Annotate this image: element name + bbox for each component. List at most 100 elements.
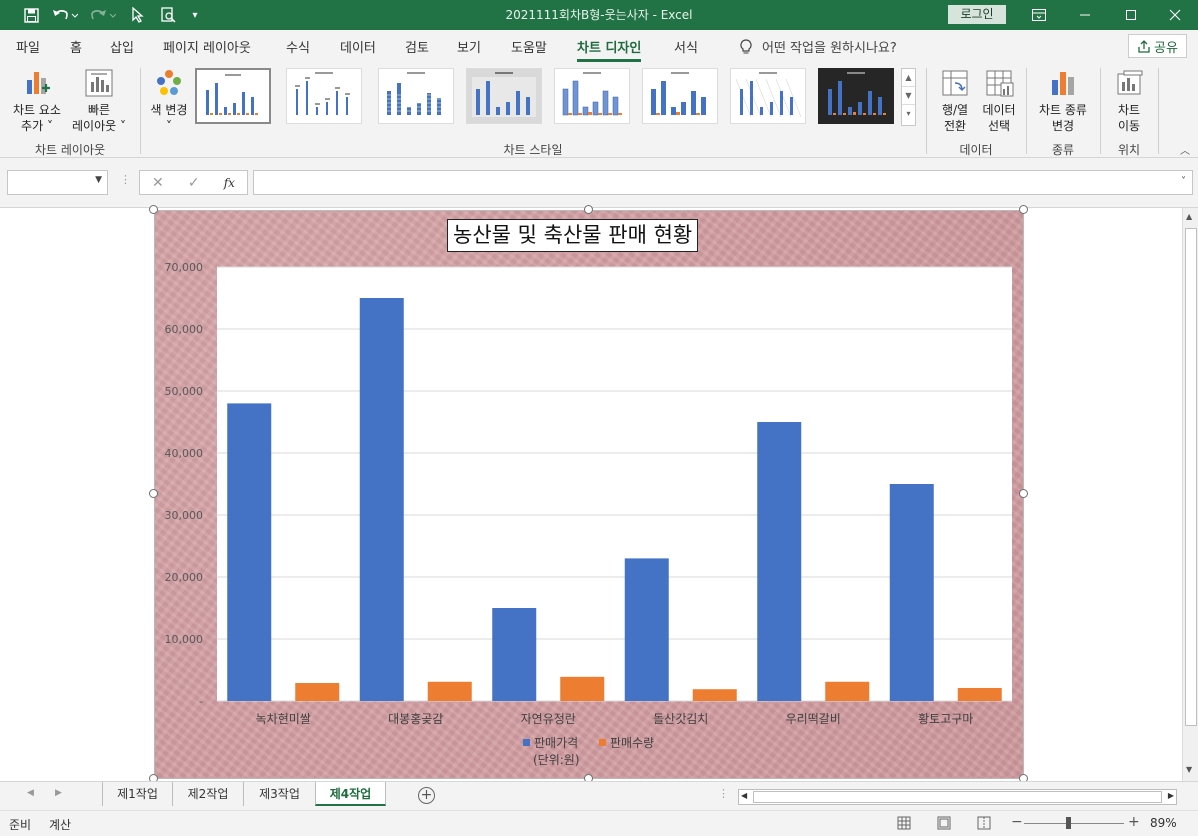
switch-row-column-button[interactable]: 행/열 전환 [934,68,976,134]
gallery-more-icon[interactable]: ▾ [902,105,915,123]
select-data-button[interactable]: 데이터 선택 [978,68,1020,134]
sheet-tab-1[interactable]: 제1작업 [102,782,172,806]
redo-icon[interactable] [88,0,118,30]
print-preview-icon[interactable] [156,0,180,30]
tab-data[interactable]: 데이터 [340,37,376,56]
chart-style-4[interactable] [466,68,542,124]
zoom-level[interactable]: 89% [1150,816,1177,830]
scroll-up-icon[interactable]: ▲ [1186,212,1192,221]
gallery-down-icon[interactable]: ▼ [902,87,915,105]
sheet-tab-3[interactable]: 제3작업 [243,782,315,806]
minimize-icon[interactable] [1062,0,1108,30]
tab-page-layout[interactable]: 페이지 레이아웃 [163,37,251,56]
maximize-icon[interactable] [1108,0,1154,30]
customize-qat-icon[interactable]: ▾ [188,0,202,30]
chart-style-7[interactable] [730,68,806,124]
save-icon[interactable] [20,0,42,30]
bar-quantity [560,676,605,701]
status-bar: 준비 계산 − + 89% [0,810,1198,836]
vertical-scroll-thumb[interactable] [1185,228,1197,726]
chart-area[interactable]: 농산물 및 축산물 판매 현황 -10,000 20,000 30,000 40,00… [154,210,1024,779]
chart-styles-gallery [195,68,901,128]
expand-formula-icon[interactable]: ˅ [1181,176,1186,187]
insert-function-icon[interactable]: fx [224,176,235,190]
tab-split-grip-icon[interactable]: ⋮ [718,787,729,800]
scroll-right-icon[interactable]: ▶ [1168,791,1174,800]
ribbon-display-icon[interactable] [1016,0,1062,30]
legend-label: (단위:원) [533,753,580,767]
tell-me-search[interactable]: 어떤 작업을 원하시나요? [740,37,897,56]
tab-formulas[interactable]: 수식 [286,37,310,56]
zoom-in-icon[interactable]: + [1128,814,1140,830]
resize-handle-l[interactable] [149,489,158,498]
zoom-out-icon[interactable]: − [1011,814,1023,830]
new-sheet-icon[interactable]: + [418,787,435,804]
tab-review[interactable]: 검토 [405,37,429,56]
y-tick-label: 60,000 [165,323,204,336]
next-sheet-icon[interactable]: ▶ [55,788,62,798]
tab-format[interactable]: 서식 [674,37,698,56]
enter-icon[interactable]: ✓ [188,175,200,191]
normal-view-icon[interactable] [897,816,911,830]
legend-label: 판매가격 [534,736,578,750]
tab-chart-design[interactable]: 차트 디자인 [577,37,642,62]
gallery-up-icon[interactable]: ▲ [902,69,915,87]
page-break-view-icon[interactable] [977,816,991,830]
x-tick-label: 황토고구마 [918,712,973,726]
quick-layout-button[interactable]: 빠른 레이아웃 ˅ [68,68,130,134]
switch-line2: 전환 [943,119,967,133]
share-label: 공유 [1154,40,1178,56]
scroll-down-icon[interactable]: ▼ [1186,765,1192,774]
share-button[interactable]: 공유 [1128,34,1187,58]
add-element-line1: 차트 요소 [13,103,61,117]
tab-file[interactable]: 파일 [16,37,40,56]
zoom-slider[interactable] [1024,823,1124,824]
sheet-tab-2[interactable]: 제2작업 [172,782,243,806]
quick-layout-icon [85,69,113,97]
group-data-label: 데이터 [959,143,993,157]
chart-style-1[interactable] [195,68,271,124]
chart-style-8[interactable] [818,68,894,124]
zoom-slider-thumb[interactable] [1066,817,1071,829]
name-box-dropdown-icon[interactable]: ▼ [95,175,102,185]
resize-handle-tl[interactable] [149,205,158,214]
move-chart-button[interactable]: 차트 이동 [1106,68,1152,134]
page-layout-view-icon[interactable] [937,816,951,830]
status-calculate[interactable]: 계산 [49,816,71,833]
move-chart-line1: 차트 [1117,103,1141,117]
tab-view[interactable]: 보기 [457,37,481,56]
formula-input[interactable]: ˅ [253,170,1193,195]
tab-insert[interactable]: 삽입 [110,37,134,56]
prev-sheet-icon[interactable]: ◀ [27,788,34,798]
resize-handle-tr[interactable] [1019,205,1028,214]
group-location-label: 위치 [1117,143,1141,157]
legend-swatch [599,739,606,746]
vertical-scrollbar[interactable]: ▲ ▼ [1182,208,1198,781]
tab-home[interactable]: 홈 [70,37,82,56]
chart-style-2[interactable] [286,68,362,124]
chart-style-6[interactable] [642,68,718,124]
tab-help[interactable]: 도움말 [511,37,547,56]
collapse-ribbon-icon[interactable]: ︿ [1180,142,1190,157]
sheet-tab-4[interactable]: 제4작업 [315,782,386,806]
cancel-icon[interactable]: ✕ [152,175,164,191]
chart-style-3[interactable] [378,68,454,124]
change-colors-button[interactable]: 색 변경 ˅ [146,68,192,134]
gallery-scroll[interactable]: ▲ ▼ ▾ [901,68,916,126]
horizontal-scrollbar[interactable]: ◀ ▶ [738,789,1177,805]
select-data-line1: 데이터 [982,103,1016,117]
undo-icon[interactable] [50,0,80,30]
horizontal-scroll-thumb[interactable] [753,791,1162,803]
resize-handle-r[interactable] [1019,489,1028,498]
chart-style-5[interactable] [554,68,630,124]
resize-handle-t[interactable] [584,205,593,214]
close-icon[interactable] [1152,0,1198,30]
change-chart-type-button[interactable]: 차트 종류 변경 [1032,68,1094,134]
login-button[interactable]: 로그인 [948,5,1006,24]
scroll-left-icon[interactable]: ◀ [741,791,747,800]
add-chart-element-button[interactable]: 차트 요소 추가 ˅ [8,68,66,134]
formula-bar-grip-icon[interactable]: ⋮ [120,173,131,186]
name-box[interactable]: ▼ [7,170,108,195]
select-pointer-icon[interactable] [128,0,148,30]
change-type-line1: 차트 종류 [1039,103,1087,117]
